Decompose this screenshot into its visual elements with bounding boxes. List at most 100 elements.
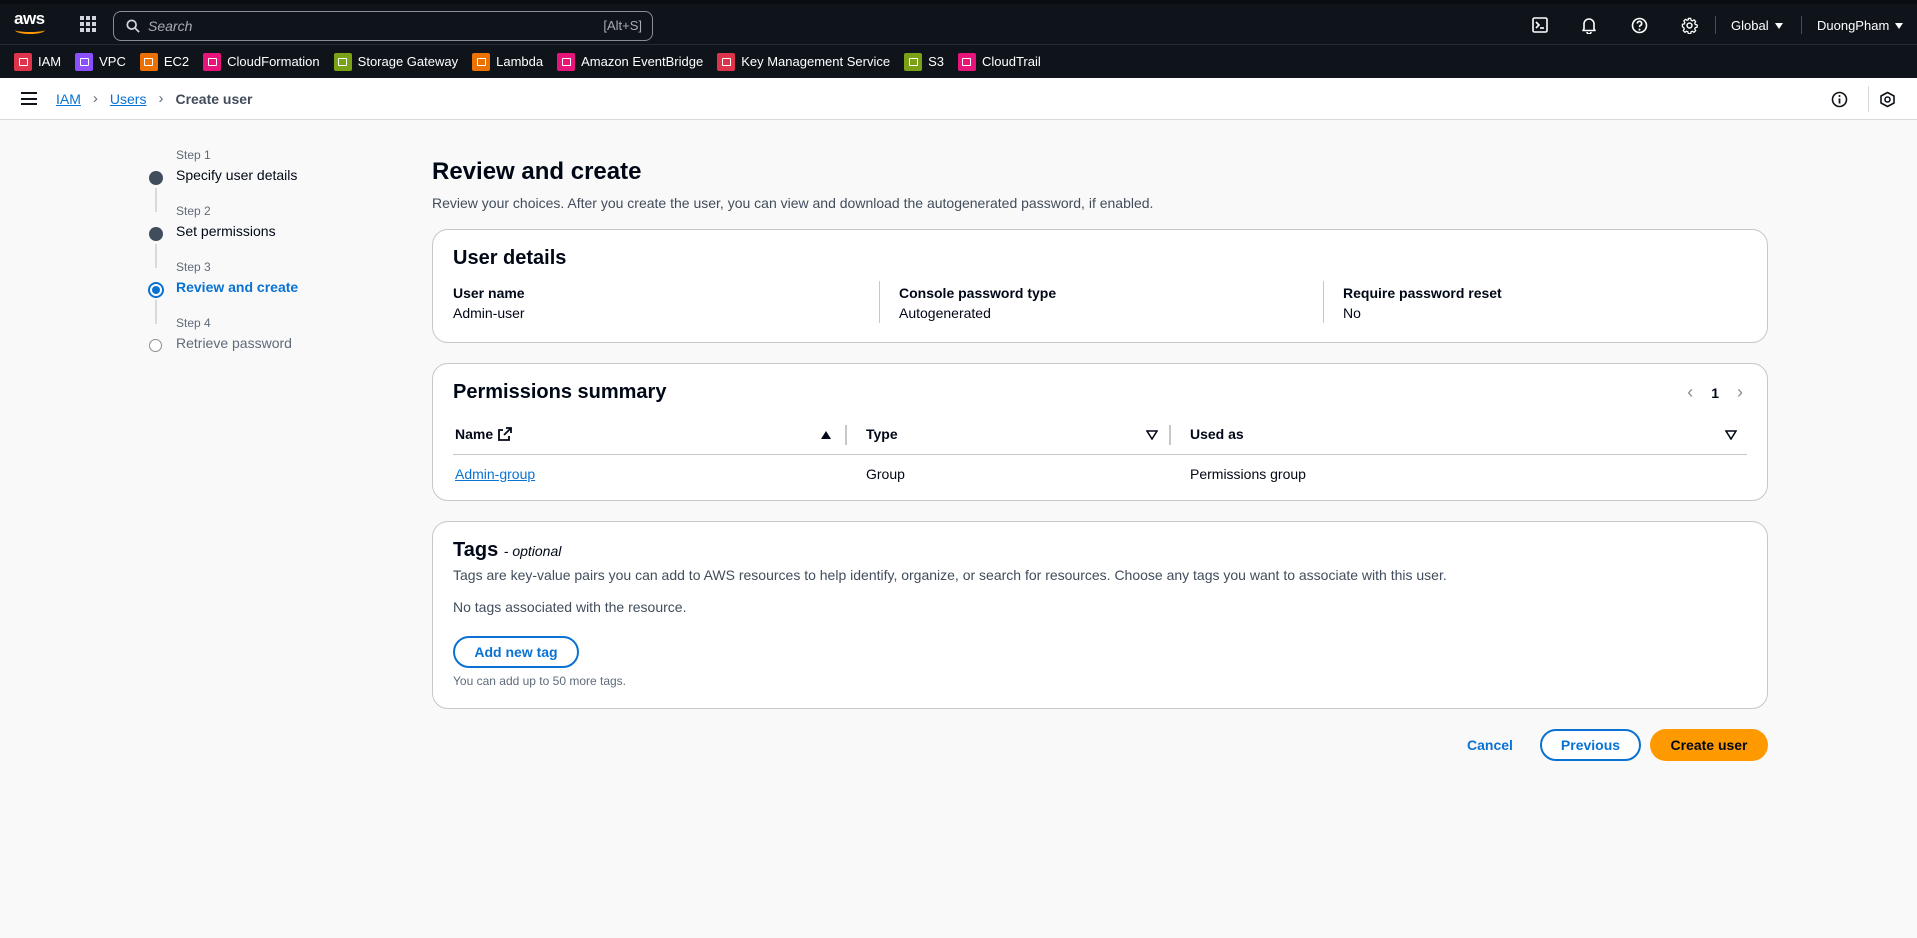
search-input[interactable]	[148, 16, 548, 36]
cancel-button[interactable]: Cancel	[1467, 737, 1513, 753]
tags-card: Tags - optional Tags are key-value pairs…	[432, 521, 1768, 709]
favorite-ec2[interactable]: EC2	[139, 52, 190, 71]
group-name-link[interactable]: Admin-group	[455, 466, 535, 482]
favorite-s3[interactable]: S3	[904, 52, 944, 71]
pagination: ‹ 1 ›	[1687, 382, 1743, 403]
console-password-type-field: Console password type Autogenerated	[899, 285, 1056, 321]
help-icon[interactable]	[1629, 15, 1649, 35]
external-link-icon	[498, 427, 513, 441]
chevron-right-icon[interactable]: ›	[1737, 382, 1743, 403]
step-label: Step 4	[176, 316, 211, 330]
step-title: Review and create	[176, 279, 299, 295]
step-title[interactable]: Specify user details	[176, 167, 297, 183]
favorite-lambda[interactable]: Lambda	[472, 52, 544, 71]
user-name-field: User name Admin-user	[453, 285, 525, 321]
sort-ascending-icon[interactable]	[820, 430, 832, 440]
step-done-icon	[149, 171, 163, 185]
favorite-storage-gateway[interactable]: Storage Gateway	[333, 52, 459, 71]
tags-description: Tags are key-value pairs you can add to …	[453, 567, 1447, 583]
favorite-label: CloudFormation	[227, 54, 320, 69]
ec2-service-icon	[139, 52, 158, 71]
column-resizer[interactable]	[1169, 425, 1171, 445]
current-page[interactable]: 1	[1711, 385, 1719, 401]
breadcrumb-iam[interactable]: IAM	[56, 91, 81, 107]
favorites-bar: IAM VPC EC2 CloudFormation Storage Gatew…	[0, 44, 1917, 78]
account-menu[interactable]: DuongPham	[1817, 18, 1904, 33]
menu-icon[interactable]	[21, 92, 37, 105]
column-header-type[interactable]: Type	[866, 426, 898, 442]
favorite-eventbridge[interactable]: Amazon EventBridge	[557, 52, 704, 71]
favorite-cloudtrail[interactable]: CloudTrail	[957, 52, 1041, 71]
column-header-name[interactable]: Name	[455, 426, 513, 442]
chevron-right-icon: ›	[92, 90, 98, 107]
search-shortcut: [Alt+S]	[603, 18, 642, 33]
field-value: Admin-user	[453, 305, 525, 321]
favorite-vpc[interactable]: VPC	[75, 52, 126, 71]
chevron-left-icon[interactable]: ‹	[1687, 382, 1693, 403]
favorite-label: Storage Gateway	[357, 54, 459, 69]
bell-icon[interactable]	[1579, 15, 1599, 35]
aws-logo[interactable]: aws	[14, 9, 48, 37]
cloudtrail-service-icon	[957, 52, 976, 71]
favorite-iam[interactable]: IAM	[14, 52, 61, 71]
favorite-cloudformation[interactable]: CloudFormation	[203, 52, 320, 71]
info-icon[interactable]	[1829, 89, 1849, 109]
s3-service-icon	[904, 52, 923, 71]
account-name: DuongPham	[1817, 18, 1890, 33]
column-header-used-as[interactable]: Used as	[1190, 426, 1244, 442]
gear-icon[interactable]	[1679, 15, 1699, 35]
create-user-button[interactable]: Create user	[1650, 729, 1768, 761]
previous-button[interactable]: Previous	[1540, 729, 1641, 761]
page-description: Review your choices. After you create th…	[432, 195, 1154, 211]
sort-unsorted-icon[interactable]	[1725, 430, 1737, 440]
services-grid-icon[interactable]	[80, 16, 96, 32]
aws-logo-text: aws	[14, 9, 45, 28]
cloudformation-service-icon	[203, 52, 222, 71]
help-panel-icon[interactable]	[1877, 89, 1897, 109]
column-resizer[interactable]	[845, 425, 847, 445]
add-new-tag-button[interactable]: Add new tag	[453, 636, 579, 668]
field-label: User name	[453, 285, 525, 301]
region-selector[interactable]: Global	[1731, 18, 1783, 33]
search-icon	[126, 19, 140, 33]
favorite-label: EC2	[163, 54, 190, 69]
breadcrumb-users[interactable]: Users	[110, 91, 147, 107]
wizard-steps: Step 1 Specify user details Step 2 Set p…	[144, 148, 394, 372]
step-1: Step 1 Specify user details	[144, 148, 394, 212]
field-label: Console password type	[899, 285, 1057, 301]
topbar-separator	[1801, 16, 1802, 34]
step-done-icon	[149, 227, 163, 241]
storage-gateway-service-icon	[333, 52, 352, 71]
breadcrumb-current: Create user	[175, 90, 253, 107]
column-header-label: Name	[455, 426, 494, 442]
search-bar[interactable]: [Alt+S]	[113, 11, 653, 41]
topbar-separator	[1715, 16, 1716, 34]
step-4: Step 4 Retrieve password	[144, 316, 394, 372]
step-active-icon	[148, 282, 164, 298]
tags-title-text: Tags	[453, 539, 499, 561]
tags-title: Tags - optional	[453, 539, 561, 562]
step-3: Step 3 Review and create	[144, 260, 394, 324]
sort-unsorted-icon[interactable]	[1146, 430, 1158, 440]
chevron-right-icon: ›	[158, 90, 164, 107]
cloudshell-icon[interactable]	[1530, 15, 1550, 35]
top-navigation: aws [Alt+S] Global DuongPham	[0, 0, 1917, 44]
favorite-kms[interactable]: Key Management Service	[717, 52, 891, 71]
favorite-label: Lambda	[496, 54, 544, 69]
require-password-reset-field: Require password reset No	[1343, 285, 1502, 321]
page-header: Review and create Review your choices. A…	[432, 158, 1768, 211]
kms-service-icon	[717, 52, 736, 71]
breadcrumb-bar: IAM › Users › Create user	[0, 78, 1917, 120]
caret-down-icon	[1895, 22, 1904, 29]
field-label: Require password reset	[1343, 285, 1502, 301]
favorite-label: Key Management Service	[741, 54, 891, 69]
favorite-label: Amazon EventBridge	[581, 54, 704, 69]
column-divider	[1323, 281, 1324, 323]
step-title[interactable]: Set permissions	[176, 223, 276, 239]
step-2: Step 2 Set permissions	[144, 204, 394, 268]
page-title: Review and create	[432, 158, 642, 185]
step-label: Step 1	[176, 148, 211, 162]
vpc-service-icon	[75, 52, 94, 71]
optional-label: - optional	[503, 543, 562, 559]
iam-service-icon	[14, 52, 32, 71]
